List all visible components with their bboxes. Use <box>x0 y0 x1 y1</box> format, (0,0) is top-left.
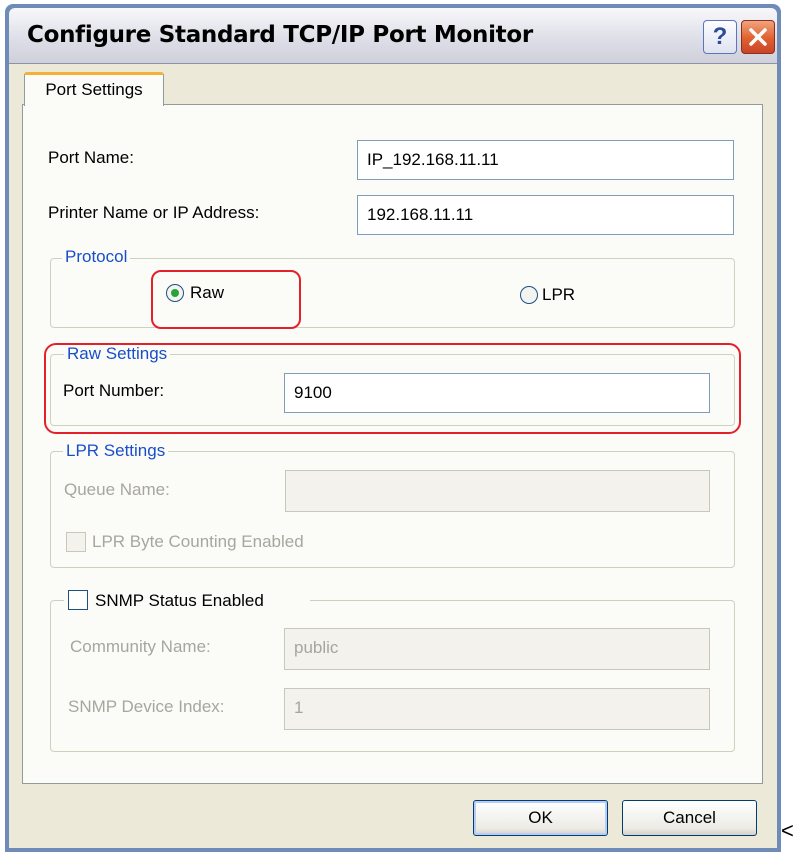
device-index-input[interactable]: 1 <box>284 688 710 730</box>
protocol-legend: Protocol <box>62 247 131 267</box>
window-title: Configure Standard TCP/IP Port Monitor <box>27 22 533 48</box>
queue-name-label: Queue Name: <box>64 480 170 499</box>
close-icon <box>749 28 767 46</box>
close-button[interactable] <box>741 20 775 54</box>
lpr-radio-label[interactable]: LPR <box>542 285 575 305</box>
help-button[interactable]: ? <box>703 20 737 54</box>
tab-port-settings[interactable]: Port Settings <box>24 72 164 106</box>
queue-name-input[interactable] <box>285 470 710 512</box>
raw-settings-highlight-box <box>44 343 741 434</box>
raw-highlight-box <box>151 270 301 329</box>
stray-character: < <box>781 818 794 843</box>
lpr-settings-legend: LPR Settings <box>63 441 169 461</box>
printer-address-label: Printer Name or IP Address: <box>48 203 260 222</box>
device-index-label: SNMP Device Index: <box>68 697 225 716</box>
snmp-enabled-checkbox[interactable] <box>68 590 88 610</box>
lpr-byte-counting-label: LPR Byte Counting Enabled <box>92 532 304 551</box>
lpr-radio[interactable] <box>520 286 538 304</box>
lpr-byte-counting-checkbox[interactable] <box>66 532 86 552</box>
ok-button[interactable]: OK <box>473 800 608 836</box>
community-name-label: Community Name: <box>70 637 211 656</box>
snmp-enabled-label[interactable]: SNMP Status Enabled <box>95 591 264 611</box>
community-name-input[interactable]: public <box>284 628 710 670</box>
port-name-input[interactable]: IP_192.168.11.11 <box>357 140 734 180</box>
cancel-button[interactable]: Cancel <box>622 800 757 836</box>
printer-address-input[interactable]: 192.168.11.11 <box>357 195 734 235</box>
title-bar[interactable]: Configure Standard TCP/IP Port Monitor ? <box>9 8 777 64</box>
port-name-label: Port Name: <box>48 148 134 167</box>
